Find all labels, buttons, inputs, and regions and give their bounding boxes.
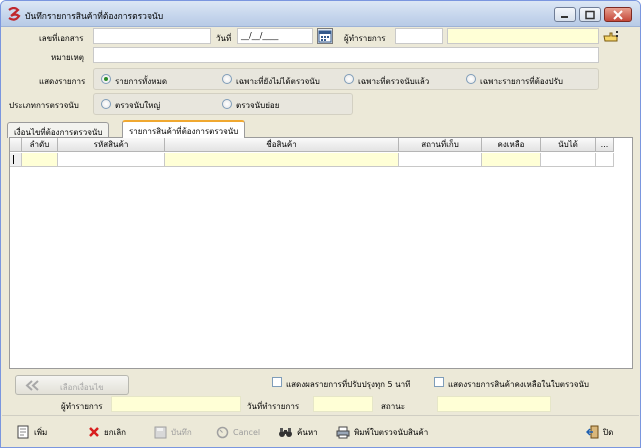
radio-partial-count[interactable] xyxy=(222,99,232,109)
window-title: บันทึกรายการสินค้าที่ต้องการตรวจนับ xyxy=(25,12,164,22)
radio-counted[interactable] xyxy=(344,74,354,84)
col-product-name[interactable]: ชื่อสินค้า xyxy=(165,138,399,152)
minimize-button[interactable] xyxy=(554,7,576,22)
undo-icon xyxy=(216,426,229,438)
close-button[interactable]: ปิด xyxy=(586,422,613,442)
cell-product-name[interactable] xyxy=(165,153,399,167)
minimize-icon xyxy=(561,15,568,18)
print-label: พิมพ์ใบตรวจนับสินค้า xyxy=(354,427,429,437)
select-condition-button[interactable]: เลือกเงื่อนไข xyxy=(15,375,129,395)
cell-remaining[interactable] xyxy=(482,153,541,167)
search-button[interactable]: ค้นหา xyxy=(278,422,318,442)
main-window: บันทึกรายการสินค้าที่ต้องการตรวจนับ เลขท… xyxy=(0,0,641,448)
radio-full-count[interactable] xyxy=(101,99,111,109)
auto-refresh-checkbox[interactable] xyxy=(272,377,282,387)
auto-refresh-label[interactable]: แสดงผลรายการที่ปรับปรุงทุก 5 นาที xyxy=(286,378,410,391)
creator-label: ผู้ทำรายการ xyxy=(344,34,386,43)
bottom-toolbar: เพิ่ม ยกเลิก บันทึก Cancel ค้นหา พิมพ์ใบ… xyxy=(2,415,639,447)
doc-no-label: เลขที่เอกสาร xyxy=(39,34,84,43)
creator-name-field xyxy=(447,28,599,44)
note-input[interactable] xyxy=(93,47,599,63)
cell-seq[interactable] xyxy=(22,153,58,167)
date-input[interactable]: __/__/____ xyxy=(237,28,313,44)
binoculars-icon xyxy=(279,427,292,437)
radio-needs-adjust-label[interactable]: เฉพาะรายการที่ต้องปรับ xyxy=(480,75,563,88)
col-more[interactable]: ... xyxy=(596,138,614,152)
radio-counted-label[interactable]: เฉพาะที่ตรวจนับแล้ว xyxy=(358,75,429,88)
double-left-arrow-icon xyxy=(25,380,39,391)
note-label: หมายเหตุ xyxy=(51,53,84,62)
cell-product-code[interactable] xyxy=(58,153,165,167)
close-window-button[interactable] xyxy=(604,7,632,22)
row-indicator xyxy=(10,153,22,167)
radio-show-all[interactable] xyxy=(101,74,111,84)
red-x-icon xyxy=(89,427,99,437)
cell-more[interactable] xyxy=(596,153,614,167)
save-label: บันทึก xyxy=(171,427,192,437)
row-caret-icon xyxy=(13,155,14,164)
footer-status-field xyxy=(437,396,551,412)
footer-creator-label: ผู้ทำรายการ xyxy=(61,402,103,411)
col-location[interactable]: สถานที่เก็บ xyxy=(399,138,482,152)
footer-creator-field xyxy=(111,396,241,412)
show-remaining-label[interactable]: แสดงรายการสินค้าคงเหลือในใบตรวจนับ xyxy=(448,378,589,391)
add-document-icon xyxy=(17,425,29,439)
show-remaining-checkbox[interactable] xyxy=(434,377,444,387)
print-button[interactable]: พิมพ์ใบตรวจนับสินค้า xyxy=(336,422,428,442)
col-remaining[interactable]: คงเหลือ xyxy=(482,138,541,152)
col-product-code[interactable]: รหัสสินค้า xyxy=(58,138,165,152)
cancel-item-button[interactable]: ยกเลิก xyxy=(88,422,126,442)
exit-door-icon xyxy=(586,425,599,439)
save-button[interactable]: บันทึก xyxy=(154,422,192,442)
count-type-label: ประเภทการตรวจนับ xyxy=(9,101,79,110)
tab-items[interactable]: รายการสินค้าที่ต้องการตรวจนับ xyxy=(122,120,246,138)
maximize-icon xyxy=(585,10,595,19)
date-label: วันที่ xyxy=(216,34,232,43)
radio-full-count-label[interactable]: ตรวจนับใหญ่ xyxy=(115,99,160,112)
cell-location[interactable] xyxy=(399,153,482,167)
cancel-item-label: ยกเลิก xyxy=(104,427,127,437)
grid-corner xyxy=(10,138,22,152)
radio-needs-adjust[interactable] xyxy=(466,74,476,84)
cancel-label: Cancel xyxy=(233,427,261,437)
maximize-button[interactable] xyxy=(579,7,601,22)
calendar-icon xyxy=(318,30,332,43)
doc-no-input[interactable] xyxy=(93,28,211,44)
app-icon xyxy=(7,6,21,21)
calendar-button[interactable] xyxy=(317,28,333,44)
search-label: ค้นหา xyxy=(297,427,318,437)
add-label: เพิ่ม xyxy=(34,427,48,437)
close-icon xyxy=(613,9,623,20)
title-bar[interactable]: บันทึกรายการสินค้าที่ต้องการตรวจนับ xyxy=(1,1,640,27)
footer-created-date-field xyxy=(313,396,373,412)
lookup-creator-button[interactable] xyxy=(603,30,619,44)
radio-not-counted-label[interactable]: เฉพาะที่ยังไม่ได้ตรวจนับ xyxy=(236,75,320,88)
close-label: ปิด xyxy=(603,427,614,437)
select-condition-label: เลือกเงื่อนไข xyxy=(60,383,104,392)
tab-conditions[interactable]: เงื่อนไขที่ต้องการตรวจนับ xyxy=(7,122,110,138)
hand-pointer-icon xyxy=(603,31,618,42)
footer-status-label: สถานะ xyxy=(381,402,405,411)
footer-created-date-label: วันที่ทำรายการ xyxy=(247,402,300,411)
creator-code-input[interactable] xyxy=(395,28,443,44)
radio-show-all-label[interactable]: รายการทั้งหมด xyxy=(115,75,167,88)
col-seq[interactable]: ลำดับ xyxy=(22,138,58,152)
radio-not-counted[interactable] xyxy=(222,74,232,84)
add-button[interactable]: เพิ่ม xyxy=(16,422,47,442)
show-label: แสดงรายการ xyxy=(39,77,86,86)
cancel-button[interactable]: Cancel xyxy=(216,422,260,442)
radio-partial-count-label[interactable]: ตรวจนับย่อย xyxy=(236,99,279,112)
col-counted[interactable]: นับได้ xyxy=(541,138,596,152)
items-grid[interactable]: ลำดับ รหัสสินค้า ชื่อสินค้า สถานที่เก็บ … xyxy=(9,137,633,369)
printer-icon xyxy=(336,426,350,438)
cell-counted[interactable] xyxy=(541,153,596,167)
floppy-disk-icon xyxy=(154,426,167,438)
